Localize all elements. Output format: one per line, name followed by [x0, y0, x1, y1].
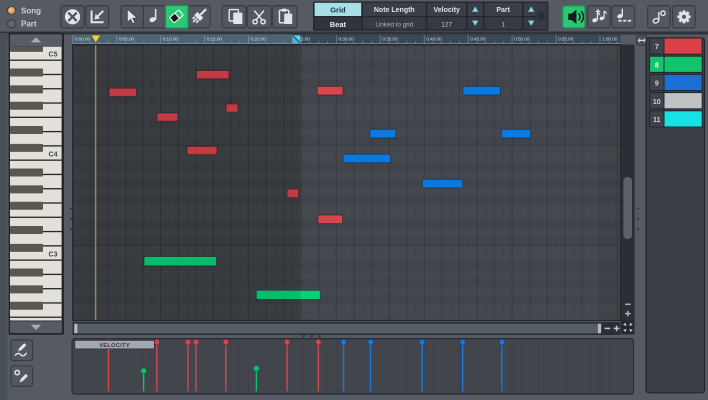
- svg-text:7: 7: [655, 44, 659, 51]
- svg-text:0:45.00: 0:45.00: [470, 37, 486, 43]
- svg-text:0:30.00: 0:30.00: [338, 37, 354, 43]
- svg-text:1:00.00: 1:00.00: [602, 37, 618, 43]
- svg-text:VELOCITY: VELOCITY: [99, 343, 130, 349]
- svg-text:9: 9: [655, 81, 659, 88]
- svg-text:0:50.00: 0:50.00: [514, 37, 530, 43]
- svg-text:Song: Song: [21, 6, 41, 15]
- svg-text:Beat: Beat: [330, 20, 347, 29]
- svg-text:Part: Part: [496, 7, 510, 14]
- svg-text:8: 8: [655, 62, 659, 69]
- svg-text:Grid: Grid: [330, 6, 346, 15]
- svg-text:10: 10: [653, 99, 661, 106]
- svg-text:0:20.00: 0:20.00: [251, 37, 267, 43]
- svg-text:1: 1: [501, 21, 505, 28]
- svg-text:C5: C5: [49, 52, 58, 59]
- svg-text:Part: Part: [21, 20, 37, 29]
- svg-text:C3: C3: [49, 251, 58, 258]
- svg-text:Note Length: Note Length: [374, 7, 415, 14]
- svg-text:127: 127: [441, 21, 452, 28]
- svg-text:0:40.00: 0:40.00: [426, 37, 442, 43]
- svg-text:0:10.00: 0:10.00: [163, 37, 179, 43]
- svg-text:0:05.00: 0:05.00: [119, 37, 135, 43]
- svg-text:C4: C4: [49, 152, 58, 159]
- svg-text:0:35.00: 0:35.00: [382, 37, 398, 43]
- svg-text:Linked to grid: Linked to grid: [375, 21, 413, 28]
- svg-text:0:00.00: 0:00.00: [75, 37, 91, 43]
- svg-text:0:55.00: 0:55.00: [558, 37, 574, 43]
- svg-text:11: 11: [653, 117, 661, 124]
- svg-text:Velocity: Velocity: [433, 7, 460, 14]
- svg-text:0:15.00: 0:15.00: [207, 37, 223, 43]
